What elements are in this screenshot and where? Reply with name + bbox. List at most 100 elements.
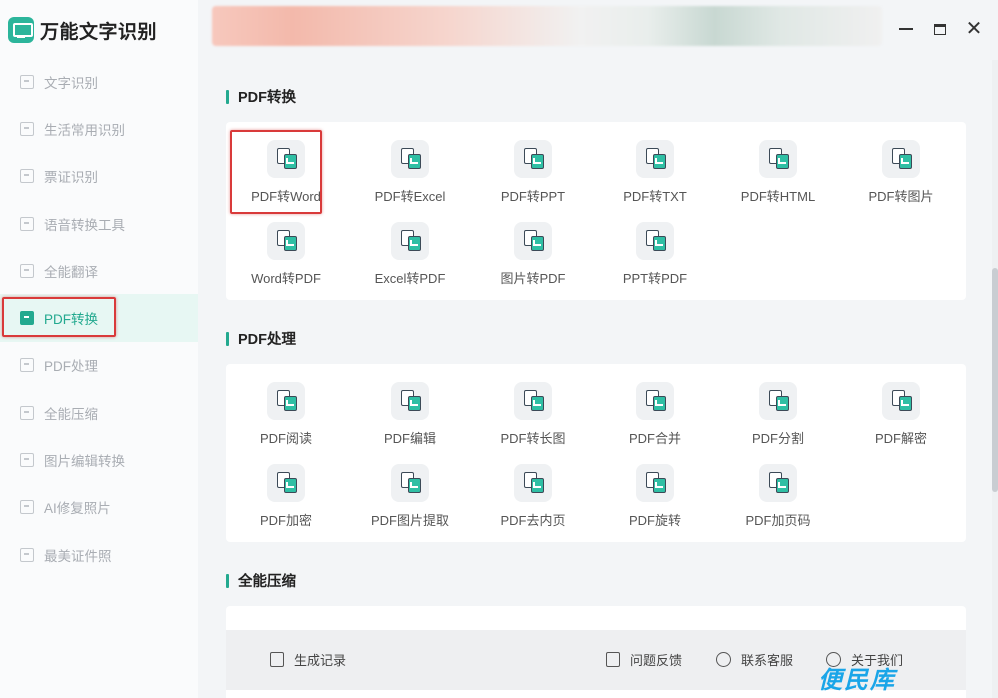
pdf-merge-icon <box>636 382 674 420</box>
sidebar-item-label: 最美证件照 <box>44 548 112 564</box>
excel-to-pdf-icon <box>391 222 429 260</box>
sidebar-item-pdf-process[interactable]: PDF处理 <box>0 342 198 389</box>
tool-pdf-merge[interactable]: PDF合并 <box>595 372 715 454</box>
pdf-process-icon <box>20 358 34 373</box>
pdf-page-numbers-icon <box>759 464 797 502</box>
sidebar-nav: 文字识别 生活常用识别 票证识别 语音转换工具 全能翻译 PDF转换 PDF处理… <box>0 58 198 578</box>
pdf-convert-icon <box>20 311 34 326</box>
compress-icon <box>20 405 34 420</box>
pdf-remove-pages-icon <box>514 464 552 502</box>
pdf-long-image-icon <box>514 382 552 420</box>
tool-pdf-to-html[interactable]: PDF转HTML <box>718 130 838 212</box>
scan-icon <box>20 121 34 136</box>
tool-pdf-to-txt[interactable]: PDF转TXT <box>595 130 715 212</box>
tool-label: 图片转PDF <box>500 271 566 286</box>
tool-image-to-pdf[interactable]: 图片转PDF <box>473 212 593 294</box>
sidebar-item-text-ocr[interactable]: 文字识别 <box>0 58 198 105</box>
translate-icon <box>20 263 34 278</box>
feedback-icon <box>606 652 620 667</box>
watermark: 便民库 <box>818 666 896 694</box>
main-content: PDF转换 PDF转Word PDF转Excel PDF转PPT PDF转TXT… <box>198 60 990 698</box>
section-title-pdf-convert: PDF转换 <box>226 86 296 107</box>
audio-icon <box>20 216 34 231</box>
brand: 万能文字识别 <box>8 14 157 46</box>
sidebar-item-id-photo[interactable]: 最美证件照 <box>0 531 198 578</box>
maximize-button[interactable] <box>929 18 951 40</box>
sidebar-item-image-edit[interactable]: 图片编辑转换 <box>0 436 198 483</box>
tool-label: PDF转Excel <box>374 189 446 204</box>
id-photo-icon <box>20 547 34 562</box>
scrollbar[interactable] <box>992 60 998 698</box>
tool-label: PPT转PDF <box>622 271 688 286</box>
scan-icon <box>20 74 34 89</box>
tool-label: Excel转PDF <box>374 271 446 286</box>
banner-ad[interactable] <box>212 6 882 46</box>
sidebar-item-pdf-convert[interactable]: PDF转换 <box>0 294 198 342</box>
tool-label: PDF阅读 <box>259 431 312 446</box>
sidebar-item-label: 生活常用识别 <box>44 122 125 138</box>
tool-label: PDF转图片 <box>868 189 934 204</box>
sidebar-item-label: 图片编辑转换 <box>44 454 125 470</box>
ai-photo-icon <box>20 500 34 515</box>
tool-label: Word转PDF <box>251 271 321 286</box>
records-button[interactable]: 生成记录 <box>270 650 346 669</box>
sidebar-item-compress[interactable]: 全能压缩 <box>0 389 198 436</box>
pdf-to-excel-icon <box>391 140 429 178</box>
tool-pdf-decrypt[interactable]: PDF解密 <box>841 372 961 454</box>
scrollbar-thumb[interactable] <box>992 268 998 492</box>
tool-pdf-to-image[interactable]: PDF转图片 <box>841 130 961 212</box>
tool-label: PDF转长图 <box>500 431 566 446</box>
tool-word-to-pdf[interactable]: Word转PDF <box>226 212 346 294</box>
tool-pdf-encrypt[interactable]: PDF加密 <box>226 454 346 536</box>
tool-label: PDF解密 <box>874 431 927 446</box>
pdf-to-txt-icon <box>636 140 674 178</box>
contact-label: 联系客服 <box>741 653 794 668</box>
tool-label: PDF转Word <box>251 189 321 204</box>
top-bar: ✕ <box>198 0 998 60</box>
close-button[interactable]: ✕ <box>963 18 985 40</box>
pdf-split-icon <box>759 382 797 420</box>
section-title-compress: 全能压缩 <box>226 570 296 591</box>
tool-label: PDF转TXT <box>623 189 687 204</box>
tool-pdf-split[interactable]: PDF分割 <box>718 372 838 454</box>
clipboard-icon <box>270 652 284 667</box>
tool-pdf-remove-pages[interactable]: PDF去内页 <box>473 454 593 536</box>
headset-icon <box>716 652 731 667</box>
pdf-encrypt-icon <box>267 464 305 502</box>
tool-pdf-long-image[interactable]: PDF转长图 <box>473 372 593 454</box>
tool-label: PDF去内页 <box>500 513 566 528</box>
tool-pdf-read[interactable]: PDF阅读 <box>226 372 346 454</box>
scan-icon <box>20 169 34 184</box>
tool-pdf-edit[interactable]: PDF编辑 <box>350 372 470 454</box>
pdf-convert-card: PDF转Word PDF转Excel PDF转PPT PDF转TXT PDF转H… <box>226 122 966 300</box>
pdf-to-image-icon <box>882 140 920 178</box>
sidebar-item-ai-photo[interactable]: AI修复照片 <box>0 484 198 531</box>
tool-ppt-to-pdf[interactable]: PPT转PDF <box>595 212 715 294</box>
minimize-button[interactable] <box>895 18 917 40</box>
tool-pdf-to-ppt[interactable]: PDF转PPT <box>473 130 593 212</box>
tool-label: PDF分割 <box>751 431 804 446</box>
sidebar-item-label: 全能翻译 <box>44 264 98 280</box>
sidebar-item-ticket-ocr[interactable]: 票证识别 <box>0 153 198 200</box>
section-title-pdf-process: PDF处理 <box>226 328 296 349</box>
sidebar-item-label: 票证识别 <box>44 170 98 186</box>
pdf-edit-icon <box>391 382 429 420</box>
feedback-button[interactable]: 问题反馈 <box>606 650 682 669</box>
contact-button[interactable]: 联系客服 <box>716 650 793 669</box>
app-logo-icon <box>8 17 34 43</box>
tool-excel-to-pdf[interactable]: Excel转PDF <box>350 212 470 294</box>
sidebar-item-audio-tools[interactable]: 语音转换工具 <box>0 200 198 247</box>
tool-pdf-to-excel[interactable]: PDF转Excel <box>350 130 470 212</box>
tool-pdf-to-word[interactable]: PDF转Word <box>226 130 346 214</box>
sidebar-item-life-ocr[interactable]: 生活常用识别 <box>0 105 198 152</box>
maximize-icon <box>934 23 946 35</box>
tool-pdf-page-numbers[interactable]: PDF加页码 <box>718 454 838 536</box>
tool-pdf-extract-images[interactable]: PDF图片提取 <box>350 454 470 536</box>
tool-pdf-rotate[interactable]: PDF旋转 <box>595 454 715 536</box>
pdf-decrypt-icon <box>882 382 920 420</box>
word-to-pdf-icon <box>267 222 305 260</box>
feedback-label: 问题反馈 <box>630 653 683 668</box>
tool-label: PDF转HTML <box>740 189 816 204</box>
tool-label: PDF加页码 <box>745 513 811 528</box>
sidebar-item-translate[interactable]: 全能翻译 <box>0 247 198 294</box>
